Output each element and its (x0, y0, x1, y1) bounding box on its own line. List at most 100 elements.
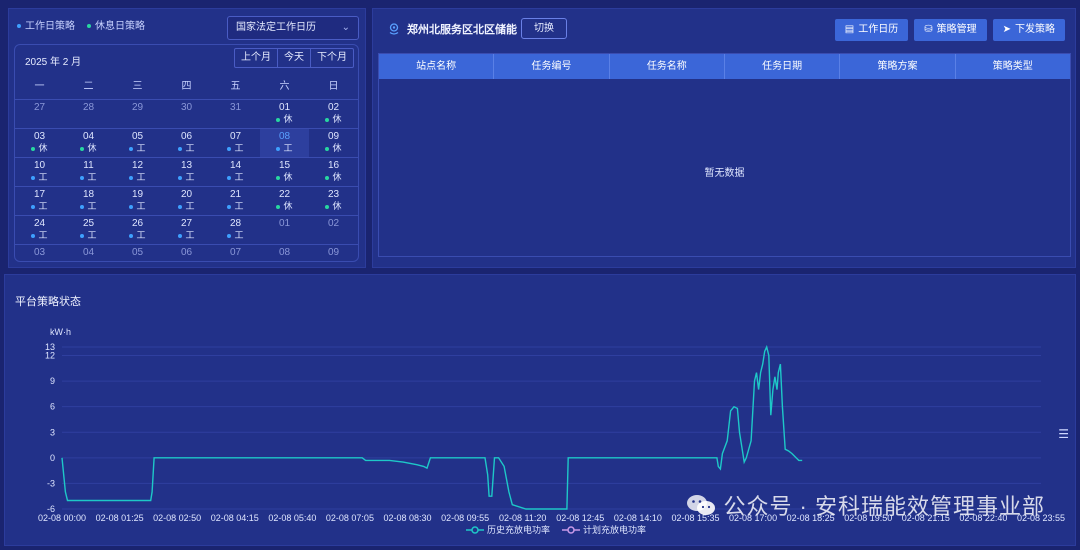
calendar-day-cell[interactable]: 14 工 (211, 158, 260, 186)
day-type: 休 (309, 200, 358, 212)
series-line (61, 344, 803, 510)
day-type-label: 工 (234, 230, 244, 240)
day-type-label: 工 (87, 201, 97, 211)
column-header[interactable]: 任务日期 (725, 54, 841, 79)
day-type-label: 工 (234, 143, 244, 153)
calendar-day-cell[interactable]: 01 休 (260, 100, 309, 128)
next-month-button[interactable]: 下个月 (310, 49, 353, 67)
day-type-label: 工 (38, 230, 48, 240)
work-dot-icon (80, 175, 85, 180)
calendar-day-cell[interactable]: 03 (15, 245, 64, 261)
calendar-week-row: 03 休 04 休 05 工 06 工 07 工 08 工 09 休 (15, 129, 358, 158)
calendar-day-cell[interactable]: 28 工 (211, 216, 260, 244)
calendar-day-cell[interactable]: 08 工 (260, 129, 309, 157)
calendar-day-cell[interactable]: 02 (309, 216, 358, 244)
calendar-day-cell[interactable]: 20 工 (162, 187, 211, 215)
calendar-day-cell[interactable]: 22 休 (260, 187, 309, 215)
calendar-day-cell[interactable]: 31 (211, 100, 260, 128)
calendar-day-cell[interactable]: 05 (113, 245, 162, 261)
day-type: 工 (15, 200, 64, 212)
calendar-day-cell[interactable]: 11 工 (64, 158, 113, 186)
calendar-day-cell[interactable]: 27 工 (162, 216, 211, 244)
legend-label: 历史充放电功率 (487, 524, 550, 535)
strategy-management-button[interactable]: ⛁ 策略管理 (914, 19, 987, 41)
legend-marker (567, 526, 575, 534)
calendar-day-cell[interactable]: 21 工 (211, 187, 260, 215)
x-tick-label: 02-08 00:00 (38, 513, 86, 523)
calendar-day-cell[interactable]: 15 休 (260, 158, 309, 186)
rest-dot-icon (325, 204, 330, 209)
calendar-week-row: 24 工 25 工 26 工 27 工 28 工 01 02 (15, 216, 358, 245)
day-number: 01 (278, 218, 291, 229)
calendar-day-cell[interactable]: 19 工 (113, 187, 162, 215)
calendar-day-cell[interactable]: 24 工 (15, 216, 64, 244)
calendar-day-cell[interactable]: 03 休 (15, 129, 64, 157)
day-type: 休 (309, 113, 358, 125)
calendar-day-cell[interactable]: 06 (162, 245, 211, 261)
y-tick-label: 3 (50, 427, 55, 437)
calendar-day-cell[interactable]: 08 (260, 245, 309, 261)
calendar-day-cell[interactable]: 12 工 (113, 158, 162, 186)
day-number: 27 (33, 102, 46, 113)
switch-station-button[interactable]: 切换 (521, 18, 567, 39)
day-type-label: 休 (283, 201, 293, 211)
weekday-label: 三 (132, 81, 143, 92)
calendar-day-cell[interactable]: 01 (260, 216, 309, 244)
column-header[interactable]: 策略类型 (956, 54, 1070, 79)
calendar-day-cell[interactable]: 17 工 (15, 187, 64, 215)
calendar-day-cell[interactable]: 16 休 (309, 158, 358, 186)
day-number: 01 (278, 102, 291, 113)
calendar-day-cell[interactable]: 23 休 (309, 187, 358, 215)
day-type-label: 休 (87, 143, 97, 153)
calendar-day-cell[interactable]: 18 工 (64, 187, 113, 215)
calendar-day-cell[interactable]: 06 工 (162, 129, 211, 157)
calendar-day-cell[interactable]: 04 (64, 245, 113, 261)
day-number: 28 (229, 218, 242, 229)
toolbar: ▤ 工作日历 ⛁ 策略管理 ➤ 下发策略 (834, 19, 1065, 41)
station-name: 郑州北服务区北区储能 (407, 24, 517, 36)
calendar-day-cell[interactable]: 30 (162, 100, 211, 128)
day-type: 工 (162, 142, 211, 154)
day-number: 14 (229, 160, 242, 171)
calendar-type-select[interactable]: 国家法定工作日历 ⌄ (227, 16, 359, 40)
day-type: 工 (64, 229, 113, 241)
calendar-day-cell[interactable]: 25 工 (64, 216, 113, 244)
calendar-day-cell[interactable]: 27 (15, 100, 64, 128)
issue-strategy-button[interactable]: ➤ 下发策略 (992, 19, 1065, 41)
column-header[interactable]: 策略方案 (840, 54, 956, 79)
work-dot-icon (227, 146, 232, 151)
day-number: 12 (131, 160, 144, 171)
work-dot-icon (17, 24, 21, 29)
calendar-day-cell[interactable]: 09 休 (309, 129, 358, 157)
calendar-day-cell[interactable]: 07 工 (211, 129, 260, 157)
column-header[interactable]: 站点名称 (379, 54, 495, 79)
day-number: 04 (82, 131, 95, 142)
column-header[interactable]: 任务编号 (494, 54, 610, 79)
calendar-day-cell[interactable]: 28 (64, 100, 113, 128)
x-tick-label: 02-08 11:20 (499, 513, 546, 523)
calendar-day-cell[interactable]: 10 工 (15, 158, 64, 186)
day-type-label: 工 (283, 143, 293, 153)
x-tick-label: 02-08 05:40 (268, 513, 316, 523)
today-button[interactable]: 今天 (277, 49, 310, 67)
day-number: 28 (82, 102, 95, 113)
calendar-day-cell[interactable]: 05 工 (113, 129, 162, 157)
column-header[interactable]: 任务名称 (610, 54, 725, 79)
y-axis-label: kW·h (50, 327, 71, 337)
calendar-day-cell[interactable]: 07 (211, 245, 260, 261)
calendar-day-cell[interactable]: 09 (309, 245, 358, 261)
day-type-label: 工 (136, 172, 146, 182)
work-calendar-button[interactable]: ▤ 工作日历 (834, 19, 909, 41)
calendar-day-cell[interactable]: 26 工 (113, 216, 162, 244)
empty-state: 暂无数据 (704, 168, 745, 179)
calendar-day-cell[interactable]: 29 (113, 100, 162, 128)
prev-month-button[interactable]: 上个月 (235, 49, 277, 67)
day-number: 23 (327, 189, 340, 200)
y-tick-label: 9 (50, 376, 55, 386)
x-tick-label: 02-08 14:10 (614, 513, 662, 523)
legend-work-label: 工作日策略 (25, 21, 75, 32)
calendar-day-cell[interactable]: 13 工 (162, 158, 211, 186)
calendar-day-cell[interactable]: 04 休 (64, 129, 113, 157)
calendar-day-cell[interactable]: 02 休 (309, 100, 358, 128)
day-type: 工 (211, 171, 260, 183)
